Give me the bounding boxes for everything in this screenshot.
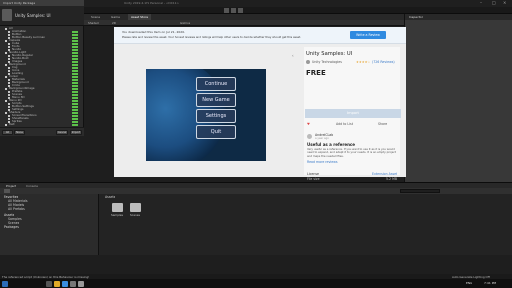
step-icon[interactable] [238, 8, 243, 13]
2d-toggle[interactable]: 2D [112, 21, 116, 25]
asset-title: Unity Samples: UI [306, 51, 353, 57]
asset-screenshot[interactable]: Continue New Game Settings Quit [146, 69, 266, 161]
banner-line-1: You downloaded this item on Jul 21, 2020… [122, 30, 186, 34]
reviewer-avatar [307, 134, 312, 139]
import-button[interactable]: Import [70, 130, 82, 135]
import-package-window: Import Unity Package Unity Samples: UI A… [0, 0, 84, 136]
prev-arrow-icon[interactable]: ‹ [292, 53, 294, 58]
write-review-button[interactable]: Write a Review [350, 31, 386, 39]
project-folder-view: Assets Samples Scenes [98, 194, 512, 255]
folder-samples-label[interactable]: Samples [111, 213, 123, 217]
share-button[interactable]: Share [378, 122, 387, 126]
filesize-value: 5.2 MB [386, 177, 398, 181]
close-icon[interactable]: × [503, 0, 506, 5]
gizmos-dropdown[interactable]: Gizmos [180, 21, 190, 25]
inspector-panel: Inspector [404, 14, 512, 182]
heart-icon[interactable]: ♥ [307, 122, 310, 126]
status-message[interactable]: The referenced script (Unknown) on this … [2, 275, 89, 279]
package-icon [2, 9, 12, 21]
browser-icon[interactable] [62, 280, 68, 287]
start-icon[interactable] [2, 280, 8, 287]
review-title: Useful as a reference [307, 142, 356, 147]
editor-titlebar: Unity 2019.4.1f1 Personal - <DX11> – □ × [84, 0, 512, 7]
project-path: Assets [105, 195, 116, 199]
price: FREE [306, 69, 326, 77]
play-icon[interactable] [224, 8, 229, 13]
banner-line-2: Please rate and review this asset. Your … [122, 35, 302, 39]
review-meta: a year ago [315, 137, 329, 140]
license-value[interactable]: Extension Asset [372, 172, 397, 176]
review-banner: You downloaded this item on Jul 21, 2020… [114, 27, 406, 44]
editor-title: Unity 2019.4.1f1 Personal - <DX11> [124, 1, 180, 5]
menu-new-game: New Game [196, 93, 236, 107]
language-indicator[interactable]: ENG [466, 281, 472, 285]
import-items-list: All Animation Button Button Beauty Luminan C… [0, 26, 84, 127]
menu-continue: Continue [196, 77, 236, 91]
menu-settings: Settings [196, 109, 236, 123]
license-label: License [307, 172, 320, 176]
unity-hub-icon[interactable] [70, 280, 76, 287]
publisher-name[interactable]: Unity Technologies [312, 60, 342, 64]
shading-mode-dropdown[interactable]: Shaded [88, 21, 99, 25]
new-badge [72, 123, 78, 126]
import-window-footer: All None Cancel Import [0, 127, 84, 136]
add-to-list-button[interactable]: Add to List [336, 122, 353, 126]
import-window-title: Import Unity Package [3, 1, 36, 5]
menu-quit: Quit [196, 125, 236, 139]
folder-icon[interactable] [130, 203, 141, 212]
select-none-button[interactable]: None [14, 130, 25, 135]
project-folder-tree: Favorites All Materials All Models All P… [0, 194, 98, 255]
explorer-icon[interactable] [46, 280, 52, 287]
maximize-icon[interactable]: □ [492, 0, 496, 5]
lighting-status: Auto Generate Lighting Off [452, 274, 490, 279]
scene-view-bar: Shaded 2D Gizmos [84, 20, 404, 26]
editor-toolbar [84, 7, 512, 14]
create-dropdown[interactable] [4, 189, 10, 193]
pause-icon[interactable] [231, 8, 236, 13]
select-all-button[interactable]: All [2, 130, 13, 135]
folder-scenes-label[interactable]: Scenes [130, 213, 140, 217]
checkbox-icon[interactable] [5, 123, 8, 126]
unity-icon[interactable] [78, 280, 84, 287]
tab-inspector[interactable]: Inspector [409, 15, 423, 19]
cancel-button[interactable]: Cancel [56, 130, 68, 135]
rating-stars-icon: ★★★★☆ [356, 60, 371, 64]
publisher-avatar [306, 60, 310, 64]
store-import-button[interactable]: Import [305, 109, 401, 118]
clock[interactable]: 7:41 PM [484, 281, 496, 285]
tree-packages[interactable]: Packages [4, 225, 19, 229]
asset-store-page: You downloaded this item on Jul 21, 2020… [114, 27, 406, 177]
read-more-link[interactable]: Read more reviews [307, 160, 338, 164]
search-input[interactable] [400, 189, 440, 193]
folder-icon[interactable] [112, 203, 123, 212]
minimize-icon[interactable]: – [480, 0, 482, 5]
tree-all-prefabs[interactable]: All Prefabs [8, 207, 25, 211]
folder-icon[interactable] [54, 280, 60, 287]
review-count[interactable]: (726 Reviews) [372, 60, 395, 64]
taskbar: ENG 7:41 PM [0, 279, 512, 288]
filesize-label: File size [307, 177, 320, 181]
inspector-tab-bar: Inspector [405, 14, 512, 20]
package-name: Unity Samples: UI [15, 13, 51, 18]
review-body: Very useful as a reference. If you want … [307, 148, 396, 158]
